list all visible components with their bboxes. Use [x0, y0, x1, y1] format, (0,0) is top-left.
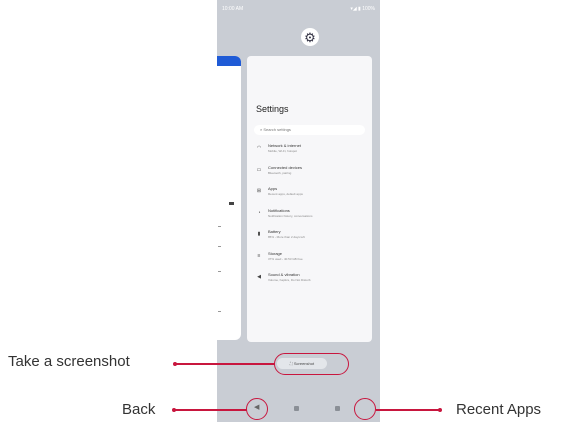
item-title: Connected devices	[268, 164, 303, 170]
sound-icon: ◀	[257, 274, 261, 280]
status-time: 10:00 AM	[222, 6, 244, 12]
settings-item-connected-devices[interactable]: ▭ Connected devices Bluetooth, pairing	[247, 162, 372, 184]
annotation-back: Back	[122, 401, 156, 418]
item-title: Battery	[268, 229, 281, 234]
item-title: Storage	[268, 250, 283, 256]
status-icons: ▾◢ ▮ 100%	[350, 6, 375, 12]
status-bar: 10:00 AM ▾◢ ▮ 100%	[222, 6, 375, 14]
item-subtitle: Recent apps, default apps	[268, 192, 303, 196]
annotation-recent-apps: Recent Apps	[456, 401, 542, 418]
previous-app-card[interactable]	[217, 56, 241, 340]
settings-item-network[interactable]: ◠ Network & internet Mobile, Wi-Fi, hots…	[247, 140, 372, 162]
search-placeholder: Search settings	[263, 127, 291, 132]
home-button[interactable]	[294, 406, 299, 411]
search-settings-field[interactable]: ⌕ Search settings	[254, 125, 365, 135]
wifi-icon: ◠	[256, 145, 262, 151]
item-subtitle: 37% used - 40.53 GB free	[268, 256, 303, 261]
devices-icon: ▭	[256, 166, 262, 173]
storage-icon: ≡	[257, 252, 261, 259]
settings-item-battery[interactable]: ▮ Battery 85% - More than 2 days left	[247, 226, 372, 248]
app-mark	[229, 202, 234, 205]
item-title: Apps	[268, 186, 278, 191]
battery-icon: ▮	[257, 231, 261, 237]
item-subtitle: Volume, haptics, Do Not Disturb	[268, 278, 311, 282]
item-title: Notifications	[268, 207, 290, 213]
settings-menu: ◠ Network & internet Mobile, Wi-Fi, hots…	[247, 140, 372, 291]
settings-app-card[interactable]: Settings ⌕ Search settings ◠ Network & i…	[247, 56, 372, 342]
item-title: Network & internet	[268, 143, 301, 148]
item-title: Sound & vibration	[268, 272, 300, 277]
gear-icon[interactable]: ⚙	[301, 28, 319, 46]
annotation-ring-screenshot	[274, 353, 349, 375]
annotation-line	[175, 409, 247, 411]
item-subtitle: Bluetooth, pairing	[268, 170, 292, 175]
annotation-dot	[438, 408, 442, 412]
settings-item-notifications[interactable]: ◔ Notifications Notification history, co…	[247, 205, 372, 227]
annotation-line	[376, 409, 439, 411]
annotation-ring-back	[246, 398, 268, 420]
bell-icon: ◔	[257, 209, 261, 216]
item-subtitle: Mobile, Wi-Fi, hotspot	[268, 149, 298, 153]
annotation-take-screenshot: Take a screenshot	[8, 353, 130, 370]
settings-title: Settings	[256, 104, 289, 114]
item-subtitle: Notification history, conversations	[268, 213, 313, 218]
annotation-ring-recent	[354, 398, 376, 420]
app-header-bar	[217, 56, 241, 66]
item-subtitle: 85% - More than 2 days left	[268, 235, 305, 239]
settings-item-apps[interactable]: ⊞ Apps Recent apps, default apps	[247, 183, 372, 205]
settings-item-storage[interactable]: ≡ Storage 37% used - 40.53 GB free	[247, 248, 372, 270]
apps-icon: ⊞	[256, 188, 262, 194]
recent-apps-button[interactable]	[335, 406, 340, 411]
annotation-line	[176, 363, 275, 365]
settings-item-sound[interactable]: ◀ Sound & vibration Volume, haptics, Do …	[247, 269, 372, 291]
